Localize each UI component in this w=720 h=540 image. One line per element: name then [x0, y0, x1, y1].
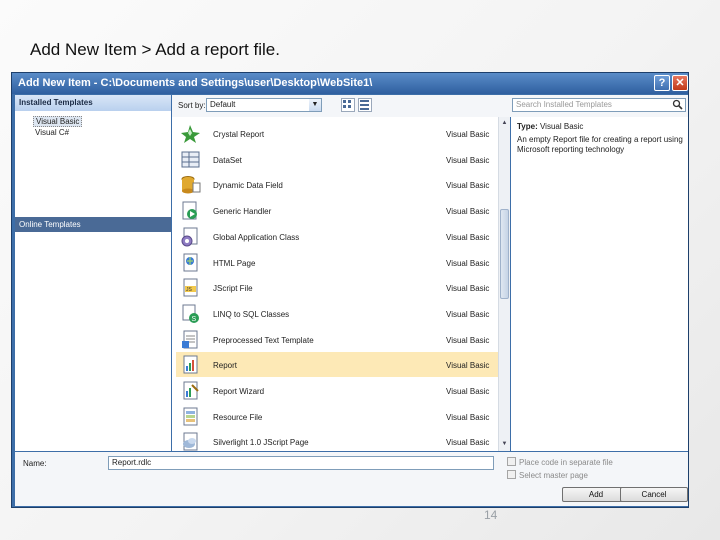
page-number: 14: [484, 508, 498, 522]
template-row[interactable]: Dynamic Data Field Visual Basic: [176, 172, 498, 197]
tree-item-visual-csharp[interactable]: Visual C#: [33, 128, 71, 137]
template-row[interactable]: Generic Handler Visual Basic: [176, 198, 498, 223]
template-language: Visual Basic: [446, 387, 490, 396]
template-language: Visual Basic: [446, 361, 490, 371]
close-button[interactable]: ✕: [672, 75, 688, 91]
template-name: Crystal Report: [213, 130, 265, 139]
template-language: Visual Basic: [446, 258, 490, 268]
scroll-thumb[interactable]: [500, 209, 509, 299]
search-input[interactable]: Search Installed Templates: [512, 98, 686, 112]
template-language: Visual Basic: [446, 155, 490, 165]
template-details-pane: Type: Visual Basic An empty Report file …: [511, 117, 688, 451]
sort-by-value: Default: [210, 100, 236, 109]
details-type-value: Visual Basic: [539, 122, 584, 131]
details-type-label: Type:: [517, 122, 538, 131]
template-language: Visual Basic: [446, 284, 490, 294]
template-name: Global Application Class: [213, 232, 300, 242]
cancel-button[interactable]: Cancel: [620, 487, 688, 502]
template-row[interactable]: Silverlight 1.0 JScript Page Visual Basic: [176, 429, 498, 451]
template-name: Preprocessed Text Template: [213, 335, 314, 345]
tree-item-visual-basic[interactable]: Visual Basic: [33, 116, 83, 127]
template-name: Resource File: [213, 412, 263, 422]
template-language: Visual Basic: [446, 207, 490, 217]
template-row[interactable]: HTML Page Visual Basic: [176, 250, 498, 275]
select-master-page-label: Select master page: [519, 471, 588, 480]
template-language: Visual Basic: [446, 232, 490, 242]
report-icon: [180, 354, 201, 375]
template-language: Visual Basic: [446, 130, 490, 139]
template-language: Visual Basic: [446, 438, 490, 448]
details-view-button[interactable]: [358, 98, 372, 112]
dialog-titlebar: Add New Item - C:\Documents and Settings…: [12, 73, 688, 94]
list-view-button[interactable]: [341, 98, 355, 112]
template-row[interactable]: JS JScript File Visual Basic: [176, 275, 498, 300]
template-name: Report: [213, 361, 238, 371]
template-row[interactable]: Resource File Visual Basic: [176, 404, 498, 429]
slide-title: Add New Item > Add a report file.: [30, 40, 280, 59]
scroll-down-icon[interactable]: ▼: [500, 439, 509, 449]
online-templates-item[interactable]: Online Templates: [15, 217, 171, 232]
resource-file-icon: [180, 406, 201, 427]
list-view-icon: [343, 100, 351, 108]
details-type: Type: Visual Basic: [517, 122, 583, 131]
place-code-separate-label: Place code in separate file: [519, 458, 613, 467]
template-language: Visual Basic: [446, 309, 490, 319]
template-name: DataSet: [213, 155, 242, 165]
global-application-class-icon: [180, 226, 201, 247]
sort-by-label: Sort by:: [178, 101, 206, 110]
template-language: Visual Basic: [446, 181, 490, 191]
generic-handler-icon: [180, 200, 201, 221]
template-row[interactable]: Report Wizard Visual Basic: [176, 378, 498, 403]
template-name: Generic Handler: [213, 207, 272, 217]
name-field[interactable]: Report.rdlc: [108, 456, 494, 470]
template-row[interactable]: Preprocessed Text Template Visual Basic: [176, 327, 498, 352]
template-categories-pane: Installed Templates Visual Basic Visual …: [15, 95, 171, 451]
sort-by-select[interactable]: Default ▼: [206, 98, 322, 112]
template-row[interactable]: Crystal Report Visual Basic: [176, 121, 498, 146]
templates-scrollbar[interactable]: ▲ ▼: [498, 117, 510, 451]
template-row[interactable]: Report Visual Basic: [176, 352, 498, 378]
scroll-up-icon[interactable]: ▲: [500, 118, 509, 128]
template-name: LINQ to SQL Classes: [213, 309, 290, 319]
name-label: Name:: [23, 459, 47, 468]
svg-text:JS: JS: [186, 287, 193, 293]
select-master-page-option[interactable]: Select master page: [507, 470, 588, 480]
template-name: JScript File: [213, 284, 253, 294]
template-language: Visual Basic: [446, 335, 490, 345]
linq-to-sql-icon: S: [180, 303, 201, 324]
templates-list[interactable]: Crystal Report Visual Basic DataSet Visual …: [172, 117, 508, 451]
details-description: An empty Report file for creating a repo…: [517, 135, 683, 154]
search-icon[interactable]: [672, 99, 683, 110]
search-placeholder: Search Installed Templates: [516, 100, 612, 109]
place-code-separate-option[interactable]: Place code in separate file: [507, 457, 613, 467]
html-page-icon: [180, 252, 201, 273]
place-code-separate-checkbox[interactable]: [507, 457, 516, 466]
jscript-file-icon: JS: [180, 277, 201, 298]
silverlight-page-icon: [180, 431, 201, 451]
report-wizard-icon: [180, 380, 201, 401]
chevron-down-icon[interactable]: ▼: [309, 99, 321, 111]
text-template-icon: [180, 329, 201, 350]
template-name: Dynamic Data Field: [213, 181, 283, 191]
crystal-report-icon: [180, 123, 201, 144]
dialog-title: Add New Item - C:\Documents and Settings…: [18, 77, 373, 89]
installed-templates-header[interactable]: Installed Templates: [15, 95, 171, 111]
templates-toolbar: Sort by: Default ▼ Search Installed Temp…: [172, 95, 688, 117]
svg-text:S: S: [192, 316, 197, 323]
dynamic-data-field-icon: [180, 174, 201, 195]
dialog-bottom-area: Name: Report.rdlc Place code in separate…: [15, 452, 688, 506]
select-master-page-checkbox[interactable]: [507, 470, 516, 479]
template-row[interactable]: Global Application Class Visual Basic: [176, 224, 498, 249]
dataset-icon: [180, 149, 201, 170]
template-name: HTML Page: [213, 258, 256, 268]
template-name: Silverlight 1.0 JScript Page: [213, 438, 309, 448]
template-row[interactable]: S LINQ to SQL Classes Visual Basic: [176, 301, 498, 326]
details-view-icon: [360, 100, 369, 110]
template-name: Report Wizard: [213, 387, 265, 396]
template-row[interactable]: DataSet Visual Basic: [176, 147, 498, 172]
template-language: Visual Basic: [446, 412, 490, 422]
add-new-item-dialog: Add New Item - C:\Documents and Settings…: [11, 72, 689, 508]
help-button[interactable]: ?: [654, 75, 670, 91]
